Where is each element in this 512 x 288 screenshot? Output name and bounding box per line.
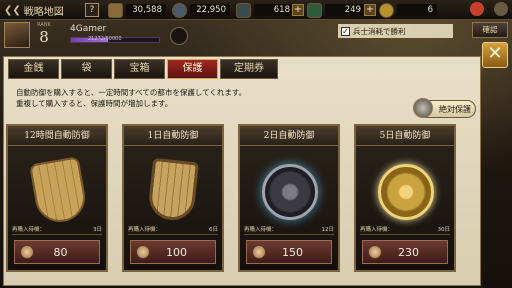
tab-money[interactable]: 金銭 xyxy=(8,59,59,79)
card-limit: 再購入待機： 12日 xyxy=(244,225,334,235)
card-title: 12時間自動防御 xyxy=(8,126,106,146)
tab-bag[interactable]: 袋 xyxy=(61,59,112,79)
tab-pass[interactable]: 定期券 xyxy=(220,59,278,79)
currency-icon xyxy=(368,245,382,259)
currency-icon xyxy=(20,245,34,259)
absolute-protection-label: 絶対保護 xyxy=(439,104,471,114)
help-icon[interactable]: ? xyxy=(85,3,99,17)
protection-card-2d[interactable]: 2日自動防御 再購入待機： 12日 150 xyxy=(238,124,340,272)
currency-icon xyxy=(252,245,266,259)
card-limit: 再購入待機： 3日 xyxy=(12,225,102,235)
resource-grain: 30,588 xyxy=(108,2,166,18)
protection-cards: 12時間自動防御 再購入待機： 3日 80 1日自動防御 再購入待機： 6日 1… xyxy=(6,124,456,272)
buy-button[interactable]: 80 xyxy=(14,240,100,264)
location-icon[interactable] xyxy=(470,2,484,16)
avatar[interactable] xyxy=(4,22,30,48)
silver-icon xyxy=(236,2,251,18)
resource-jade: 249 xyxy=(307,2,365,18)
resource-value: 30,588 xyxy=(126,4,166,16)
player-name: 4Gamer xyxy=(70,24,107,34)
resource-silver: 618 xyxy=(236,2,294,18)
xp-text: 21272/50000 xyxy=(88,36,122,42)
tab-protection[interactable]: 保護 xyxy=(167,59,218,79)
protection-card-12h[interactable]: 12時間自動防御 再購入待機： 3日 80 xyxy=(6,124,108,272)
fortress-icon[interactable] xyxy=(170,27,188,45)
limit-value: 12日 xyxy=(321,227,335,233)
card-limit: 再購入待機： 30日 xyxy=(360,225,450,235)
card-title: 1日自動防御 xyxy=(124,126,222,146)
add-resource-button[interactable]: + xyxy=(364,4,376,16)
rank-badge: RANK 8 xyxy=(33,22,55,48)
buy-button[interactable]: 150 xyxy=(246,240,332,264)
price: 80 xyxy=(53,245,68,259)
tab-chest[interactable]: 宝箱 xyxy=(114,59,165,79)
absolute-protection-button[interactable]: 絶対保護 xyxy=(413,98,476,118)
resource-value: 618 xyxy=(254,4,294,16)
top-bar: ❮❮ 戦略地図 ? 30,588 22,950 618 + 249 + 6 xyxy=(0,0,512,20)
limit-label: 再購入待機： xyxy=(12,227,46,233)
menu-icon[interactable] xyxy=(494,2,508,16)
autowin-toggle[interactable]: ✓ 兵士消耗で勝利 xyxy=(338,24,453,38)
strategy-map-label: 戦略地図 xyxy=(23,6,64,18)
price: 100 xyxy=(166,245,187,259)
buy-button[interactable]: 230 xyxy=(362,240,448,264)
buy-button[interactable]: 100 xyxy=(130,240,216,264)
protection-card-1d[interactable]: 1日自動防御 再購入待機： 6日 100 xyxy=(122,124,224,272)
resource-value: 22,950 xyxy=(190,4,230,16)
strategy-map-button[interactable]: ❮❮ 戦略地図 xyxy=(0,0,82,20)
grain-icon xyxy=(108,2,123,18)
resource-coin: 6 xyxy=(379,2,437,18)
gold-round-shield-icon xyxy=(378,164,434,226)
resource-value: 6 xyxy=(397,4,437,16)
description-line: 重複して購入すると、保護時間が増加します。 xyxy=(16,99,173,108)
rank-number: 8 xyxy=(39,28,49,46)
close-button[interactable]: ✕ xyxy=(482,42,508,68)
resource-gold: 22,950 xyxy=(172,2,230,18)
coin-icon xyxy=(379,2,394,18)
limit-label: 再購入待機： xyxy=(360,227,394,233)
checkbox-icon[interactable]: ✓ xyxy=(341,26,350,36)
shop-tabs: 金銭 袋 宝箱 保護 定期券 xyxy=(8,59,278,79)
card-title: 2日自動防御 xyxy=(240,126,338,146)
autowin-label: 兵士消耗で勝利 xyxy=(353,26,406,36)
chevron-left-icon: ❮❮ xyxy=(4,4,21,16)
limit-value: 30日 xyxy=(437,227,451,233)
iron-round-shield-icon xyxy=(262,164,318,226)
card-limit: 再購入待機： 6日 xyxy=(128,225,218,235)
card-title: 5日自動防御 xyxy=(356,126,454,146)
shield-icon xyxy=(413,98,433,118)
limit-label: 再購入待機： xyxy=(128,227,162,233)
price: 230 xyxy=(398,245,419,259)
jade-icon xyxy=(307,2,322,18)
kite-shield-icon xyxy=(146,157,200,223)
confirm-button[interactable]: 確認 xyxy=(472,22,508,38)
price: 150 xyxy=(282,245,303,259)
currency-icon xyxy=(136,245,150,259)
limit-value: 3日 xyxy=(93,227,102,233)
resource-value: 249 xyxy=(325,4,365,16)
limit-label: 再購入待機： xyxy=(244,227,278,233)
protection-card-5d[interactable]: 5日自動防御 再購入待機： 30日 230 xyxy=(354,124,456,272)
wooden-shield-icon xyxy=(28,156,90,226)
add-resource-button[interactable]: + xyxy=(292,4,304,16)
protection-description: 自動防御を購入すると、一定時間すべての都市を保護してくれます。 重複して購入する… xyxy=(16,87,246,109)
limit-value: 6日 xyxy=(209,227,218,233)
top-icons xyxy=(470,2,508,16)
gold-icon xyxy=(172,2,187,18)
description-line: 自動防御を購入すると、一定時間すべての都市を保護してくれます。 xyxy=(16,88,247,97)
